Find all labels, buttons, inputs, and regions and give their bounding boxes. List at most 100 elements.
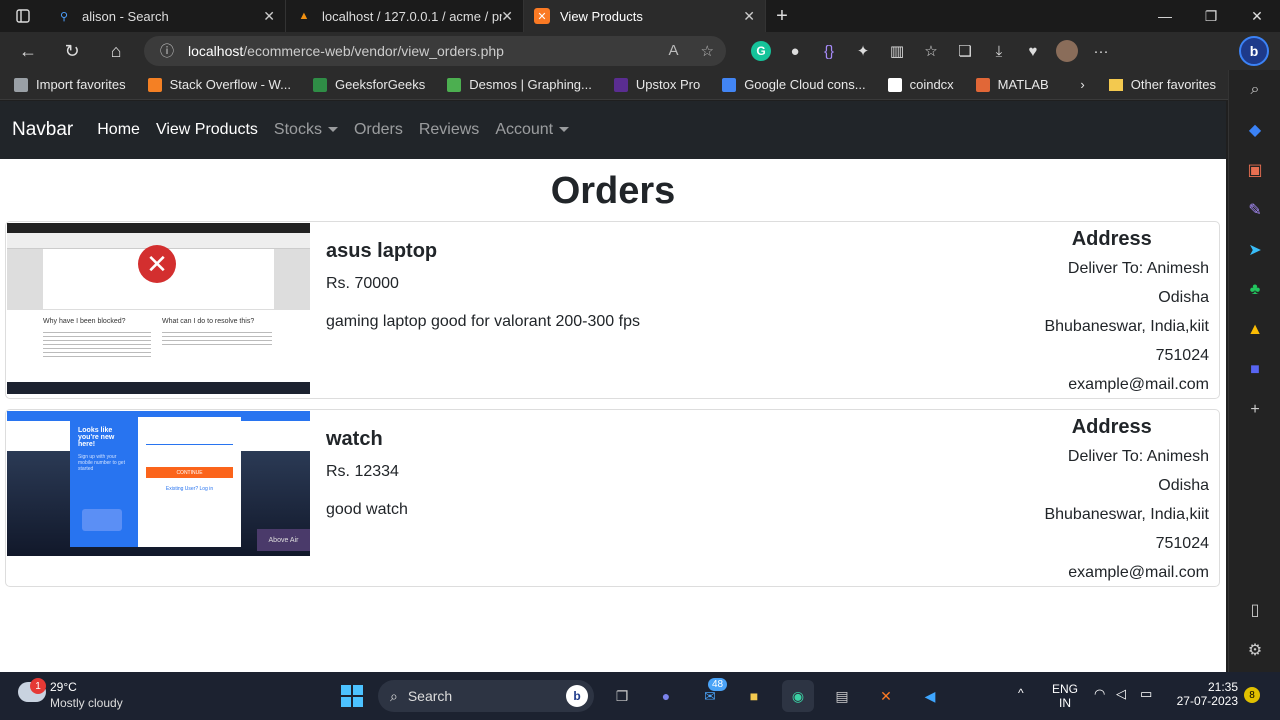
nav-view-products[interactable]: View Products [156, 121, 258, 139]
lang-region[interactable]: IN [1052, 696, 1078, 710]
thumb-text: Above Air [257, 529, 310, 551]
error-x-icon: ✕ [138, 245, 176, 283]
chevron-right-icon[interactable]: › [1080, 77, 1084, 92]
info-icon[interactable]: ⓘ [160, 41, 174, 61]
sidebar-panel-icon[interactable]: ▯ [1229, 590, 1280, 630]
nav-home[interactable]: Home [97, 121, 140, 139]
address-block: Address Deliver To: Animesh Odisha Bhuba… [1044, 410, 1209, 587]
split-screen-icon[interactable]: ▥ [880, 32, 914, 70]
notification-badge[interactable]: 8 [1244, 687, 1260, 703]
start-button[interactable] [336, 680, 368, 712]
weather-temp[interactable]: 29°C [50, 680, 77, 694]
address-heading: Address [1071, 228, 1152, 250]
navbar-brand[interactable]: Navbar [12, 119, 73, 141]
back-button[interactable]: ← [6, 32, 50, 70]
tab-actions-button[interactable] [0, 0, 46, 32]
close-tab-icon[interactable]: ✕ [743, 8, 755, 25]
favorite-item[interactable]: Stack Overflow - W... [147, 77, 291, 92]
bing-copilot-button[interactable]: b [1228, 32, 1280, 70]
favorite-star-icon[interactable]: ☆ [701, 42, 714, 60]
product-price: Rs. 12334 [326, 463, 399, 480]
extension-brackets-icon[interactable]: {} [812, 32, 846, 70]
tab-search[interactable]: ⚲ alison - Search ✕ [46, 0, 286, 32]
nav-stocks-dropdown[interactable]: Stocks [274, 121, 338, 139]
more-menu-icon[interactable]: ··· [1084, 32, 1118, 70]
sidebar-tree-icon[interactable]: ♣ [1229, 270, 1280, 310]
tray-chevron-up-icon[interactable]: ^ [1018, 686, 1024, 700]
page-viewport: Navbar Home View Products Stocks Orders … [0, 101, 1226, 672]
tab-view-products[interactable]: ✕ View Products ✕ [524, 0, 766, 32]
thumb-text: CONTINUE [146, 467, 233, 478]
address-state: Odisha [1158, 289, 1209, 306]
favorite-item[interactable]: Import favorites [14, 77, 126, 92]
lang-primary[interactable]: ENG [1052, 682, 1078, 696]
edge-icon[interactable]: ◉ [782, 680, 814, 712]
close-window-button[interactable]: ✕ [1234, 0, 1280, 32]
sidebar-search-icon[interactable]: ⌕ [1229, 70, 1280, 110]
file-explorer-icon[interactable]: ■ [738, 680, 770, 712]
extension-search-icon[interactable]: ● [778, 32, 812, 70]
minimize-button[interactable]: — [1142, 0, 1188, 32]
sidebar-settings-icon[interactable]: ⚙ [1229, 630, 1280, 670]
xampp-taskbar-icon[interactable]: ✕ [870, 680, 902, 712]
collections-icon[interactable]: ❏ [948, 32, 982, 70]
clock-date[interactable]: 27-07-2023 [1172, 694, 1238, 708]
close-tab-icon[interactable]: ✕ [501, 8, 513, 25]
favorite-item[interactable]: Desmos | Graphing... [447, 77, 592, 92]
weather-condition[interactable]: Mostly cloudy [50, 696, 123, 710]
performance-icon[interactable]: ♥ [1016, 32, 1050, 70]
favorites-icon[interactable]: ☆ [914, 32, 948, 70]
grammarly-icon[interactable]: G [744, 32, 778, 70]
maximize-button[interactable]: ❐ [1188, 0, 1234, 32]
sidebar-drive-icon[interactable]: ▲ [1229, 310, 1280, 350]
favorite-label: coindcx [909, 77, 954, 92]
address-bar[interactable]: ⓘ localhost/ecommerce-web/vendor/view_or… [144, 36, 726, 66]
extensions-icon[interactable]: ✦ [846, 32, 880, 70]
favorite-favicon-icon [613, 77, 628, 92]
sidebar-discord-icon[interactable]: ■ [1229, 350, 1280, 390]
favorite-item[interactable]: Upstox Pro [613, 77, 700, 92]
page-title: Orders [550, 170, 676, 212]
volume-icon[interactable]: ◁ [1116, 686, 1126, 702]
profile-avatar[interactable] [1050, 32, 1084, 70]
other-favorites[interactable]: › Other favorites [1080, 77, 1216, 92]
address-heading: Address [1071, 416, 1152, 438]
teams-chat-icon[interactable]: ● [650, 680, 682, 712]
vscode-icon[interactable]: ◀ [914, 680, 946, 712]
battery-icon[interactable]: ▭ [1140, 686, 1152, 702]
nav-account-dropdown[interactable]: Account [495, 121, 570, 139]
terminal-icon[interactable]: ▤ [826, 680, 858, 712]
thumb-text: What can I do to resolve this? [162, 318, 255, 325]
address-pin: 751024 [1155, 535, 1209, 552]
read-aloud-icon[interactable]: A [669, 42, 679, 60]
product-description: good watch [326, 501, 408, 518]
sidebar-add-icon[interactable]: + [1229, 390, 1280, 430]
favorite-item[interactable]: GeeksforGeeks [312, 77, 425, 92]
new-tab-button[interactable]: + [766, 5, 798, 28]
favorite-favicon-icon [722, 77, 737, 92]
task-view-icon[interactable]: ❐ [606, 680, 638, 712]
sidebar-games-icon[interactable]: ✎ [1229, 190, 1280, 230]
downloads-icon[interactable]: ⤓ [982, 32, 1016, 70]
tab-phpmyadmin[interactable]: ▲ localhost / 127.0.0.1 / acme / pro ✕ [286, 0, 524, 32]
nav-reviews[interactable]: Reviews [419, 121, 479, 139]
home-button[interactable]: ⌂ [94, 32, 138, 70]
taskbar-search[interactable]: ⌕ Search b [378, 680, 594, 712]
refresh-button[interactable]: ↻ [50, 32, 94, 70]
sidebar-shopping-icon[interactable]: ◆ [1229, 110, 1280, 150]
close-tab-icon[interactable]: ✕ [263, 8, 275, 25]
nav-orders[interactable]: Orders [354, 121, 403, 139]
wifi-icon[interactable]: ◠ [1094, 686, 1105, 702]
sidebar-tools-icon[interactable]: ▣ [1229, 150, 1280, 190]
favorite-item[interactable]: Google Cloud cons... [722, 77, 866, 92]
address-pin: 751024 [1155, 347, 1209, 364]
sidebar-telegram-icon[interactable]: ➤ [1229, 230, 1280, 270]
thumb-text: Why have I been blocked? [43, 318, 126, 325]
favorite-item[interactable]: MATLAB [975, 77, 1049, 92]
deliver-to: Deliver To: Animesh [1067, 448, 1209, 465]
favorite-favicon-icon [975, 77, 990, 92]
caret-down-icon [327, 127, 338, 133]
clock-time[interactable]: 21:35 [1172, 680, 1238, 694]
favorite-item[interactable]: coindcx [887, 77, 954, 92]
favorite-favicon-icon [312, 77, 327, 92]
